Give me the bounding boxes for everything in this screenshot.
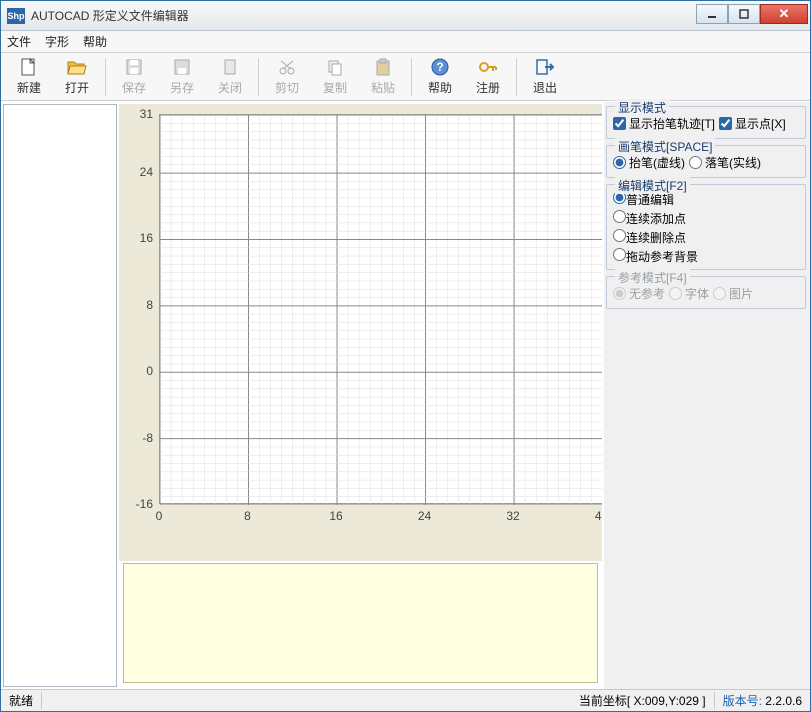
menu-help[interactable]: 帮助	[83, 33, 107, 50]
edit-dragbg-radio[interactable]: 拖动参考背景	[613, 248, 799, 265]
window-title: AUTOCAD 形定义文件编辑器	[31, 7, 696, 24]
show-points-checkbox[interactable]: 显示点[X]	[719, 115, 786, 132]
open-folder-icon	[67, 57, 87, 77]
saveas-button[interactable]: 另存	[158, 55, 206, 99]
edit-mode-group: 编辑模式[F2] 普通编辑 连续添加点 连续删除点 拖动参考背景	[606, 184, 806, 270]
svg-text:?: ?	[436, 60, 443, 74]
minimize-button[interactable]	[696, 4, 728, 24]
cut-button[interactable]: 剪切	[263, 55, 311, 99]
maximize-button[interactable]	[728, 4, 760, 24]
reference-mode-group: 参考模式[F4] 无参考 字体 图片	[606, 276, 806, 309]
key-icon	[478, 57, 498, 77]
edit-delpt-radio[interactable]: 连续删除点	[613, 229, 799, 246]
exit-button[interactable]: 退出	[521, 55, 569, 99]
saveas-icon	[172, 57, 192, 77]
pen-down-radio[interactable]: 落笔(实线)	[689, 154, 761, 171]
app-icon: Shp	[7, 8, 25, 24]
pen-up-radio[interactable]: 抬笔(虚线)	[613, 154, 685, 171]
new-button[interactable]: 新建	[5, 55, 53, 99]
copy-button[interactable]: 复制	[311, 55, 359, 99]
x-axis: 081624324047	[159, 509, 602, 527]
pen-mode-group: 画笔模式[SPACE] 抬笔(虚线) 落笔(实线)	[606, 145, 806, 178]
edit-addpt-radio[interactable]: 连续添加点	[613, 210, 799, 227]
grid	[159, 114, 602, 504]
save-button[interactable]: 保存	[110, 55, 158, 99]
menu-file[interactable]: 文件	[7, 33, 31, 50]
drawing-canvas[interactable]: 31241680-8-16 081624324047	[119, 104, 602, 561]
close-button[interactable]: ✕	[760, 4, 808, 24]
open-button[interactable]: 打开	[53, 55, 101, 99]
ref-font-radio: 字体	[669, 285, 709, 302]
close-file-icon	[220, 57, 240, 77]
save-icon	[124, 57, 144, 77]
menu-glyph[interactable]: 字形	[45, 33, 69, 50]
ref-none-radio: 无参考	[613, 285, 665, 302]
show-track-checkbox[interactable]: 显示抬笔轨迹[T]	[613, 115, 715, 132]
copy-icon	[325, 57, 345, 77]
new-file-icon	[19, 57, 39, 77]
display-mode-group: 显示模式 显示抬笔轨迹[T] 显示点[X]	[606, 106, 806, 139]
version-label: 版本号:	[723, 694, 762, 708]
shape-list[interactable]	[3, 104, 117, 687]
scissors-icon	[277, 57, 297, 77]
status-ready: 就绪	[1, 692, 42, 709]
exit-icon	[535, 57, 555, 77]
status-coord: 当前坐标[ X:009,Y:029 ]	[571, 692, 715, 709]
help-button[interactable]: ?帮助	[416, 55, 464, 99]
paste-button[interactable]: 粘贴	[359, 55, 407, 99]
y-axis: 31241680-8-16	[119, 114, 157, 504]
ref-image-radio: 图片	[713, 285, 753, 302]
paste-icon	[373, 57, 393, 77]
log-output[interactable]	[123, 563, 598, 683]
help-icon: ?	[430, 57, 450, 77]
close-file-button[interactable]: 关闭	[206, 55, 254, 99]
version-value: 2.2.0.6	[765, 694, 802, 708]
register-button[interactable]: 注册	[464, 55, 512, 99]
